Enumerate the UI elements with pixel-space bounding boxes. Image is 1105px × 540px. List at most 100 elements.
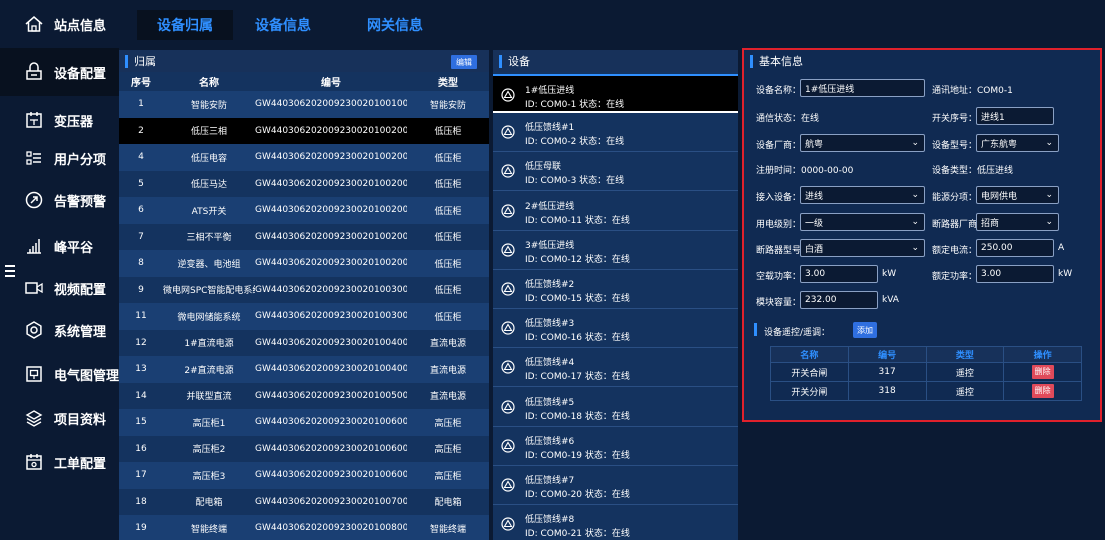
- tab-device-belong[interactable]: 设备归属: [137, 10, 233, 40]
- access-device-value: 进线: [805, 191, 824, 202]
- table-cell: 7: [119, 223, 163, 250]
- sidebar-item-site-info[interactable]: 站点信息: [0, 0, 119, 48]
- sidebar-item-workorder[interactable]: 工单配置: [0, 438, 119, 486]
- table-cell: GW4403062020092300201008001: [255, 515, 407, 540]
- table-cell: GW4403062020092300201003003: [255, 303, 407, 330]
- rated-current-field[interactable]: 250.00: [976, 239, 1054, 257]
- belong-table: 序号 名称 编号 类型 1 智能安防 GW440306202009230020100…: [119, 72, 489, 540]
- device-list-item[interactable]: 低压馈线#8 ID: COM0-21 状态：在线: [493, 505, 738, 540]
- device-list-item[interactable]: 低压母联 ID: COM0-3 状态：在线: [493, 152, 738, 192]
- table-row[interactable]: 16 高压柜2 GW4403062020092300201006002 高压柜: [119, 435, 489, 462]
- table-cell: 开关分闸: [770, 381, 849, 401]
- device-list-item[interactable]: 低压馈线#1 ID: COM0-2 状态：在线: [493, 113, 738, 153]
- device-list-item[interactable]: 低压馈线#2 ID: COM0-15 状态：在线: [493, 270, 738, 309]
- access-device-select[interactable]: 进线 ⌄: [800, 186, 925, 204]
- comm-status: 通信状态：在线: [756, 114, 820, 124]
- tab-device-info[interactable]: 设备信息: [253, 10, 313, 40]
- belong-panel-header: 归属 编辑: [119, 50, 489, 72]
- sidebar-item-project-docs[interactable]: 项目资料: [0, 394, 119, 442]
- table-row[interactable]: 17 高压柜3 GW4403062020092300201006003 高压柜: [119, 462, 489, 489]
- table-row[interactable]: 9 微电网SPC智能配电系统 GW4403062020092300201003001…: [119, 276, 489, 303]
- device-icon: [501, 282, 515, 296]
- delete-button[interactable]: 删除: [1031, 365, 1054, 379]
- device-list-item[interactable]: 低压馈线#6 ID: COM0-19 状态：在线: [493, 427, 738, 466]
- tab-gateway-info[interactable]: 网关信息: [365, 10, 425, 40]
- table-cell: 2#直流电源: [163, 356, 255, 383]
- alarm-icon: [24, 190, 44, 210]
- table-cell: 高压柜1: [163, 409, 255, 436]
- table-row[interactable]: 11 微电网储能系统 GW4403062020092300201003003 低压柜: [119, 303, 489, 330]
- table-cell: 低压柜: [407, 170, 489, 197]
- switch-no-field[interactable]: 进线1: [976, 107, 1054, 125]
- table-row[interactable]: 14 并联型直流 GW4403062020092300201005001 直流电源: [119, 382, 489, 409]
- device-list-item[interactable]: 低压馈线#3 ID: COM0-16 状态：在线: [493, 309, 738, 349]
- table-row[interactable]: 7 三相不平衡 GW4403062020092300201002006 低压柜: [119, 223, 489, 250]
- device-list-item[interactable]: 3#低压进线 ID: COM0-12 状态：在线: [493, 231, 738, 270]
- noload-power-label: 空载功率：: [756, 272, 802, 282]
- table-row[interactable]: 18 配电箱 GW4403062020092300201007001 配电箱: [119, 488, 489, 515]
- device-list-item[interactable]: 2#低压进线 ID: COM0-11 状态：在线: [493, 192, 738, 231]
- table-row[interactable]: 4 低压电容 GW4403062020092300201002003 低压柜: [119, 144, 489, 171]
- column-header[interactable]: 类型: [407, 72, 489, 91]
- device-list-item[interactable]: 低压馈线#5 ID: COM0-18 状态：在线: [493, 388, 738, 427]
- settings-icon: [24, 320, 44, 340]
- table-header-row: 名称 编号 类型 操作: [770, 346, 1082, 363]
- device-list-item[interactable]: 低压馈线#4 ID: COM0-17 状态：在线: [493, 348, 738, 388]
- noload-power-field[interactable]: 3.00: [800, 265, 878, 283]
- vendor-select[interactable]: 航粤 ⌄: [800, 134, 925, 152]
- table-row[interactable]: 5 低压马达 GW4403062020092300201002004 低压柜: [119, 170, 489, 197]
- table-cell: 删除: [1003, 381, 1082, 401]
- table-row[interactable]: 13 2#直流电源 GW4403062020092300201004002 直流电源: [119, 356, 489, 383]
- table-row[interactable]: 15 高压柜1 GW4403062020092300201006001 高压柜: [119, 409, 489, 436]
- table-cell: GW4403062020092300201002007: [255, 250, 407, 277]
- switch-no-label: 开关序号：: [932, 114, 978, 124]
- table-row[interactable]: 19 智能终端 GW4403062020092300201008001 智能终端: [119, 515, 489, 540]
- voltage-level-select[interactable]: 一级 ⌄: [800, 213, 925, 231]
- breaker-vendor-select[interactable]: 招商 ⌄: [976, 213, 1059, 231]
- sidebar-item-device-config[interactable]: 设备配置: [0, 48, 119, 96]
- table-row[interactable]: 12 1#直流电源 GW4403062020092300201004001 直流电源: [119, 329, 489, 356]
- column-header[interactable]: 序号: [119, 72, 163, 91]
- table-cell: 19: [119, 515, 163, 540]
- table-row[interactable]: 1 智能安防 GW4403062020092300201001001 智能安防: [119, 91, 489, 118]
- table-cell: 低压马达: [163, 170, 255, 197]
- breaker-model-select[interactable]: 白酒 ⌄: [800, 239, 925, 257]
- column-header: 类型: [925, 346, 1005, 363]
- chevron-down-icon: ⌄: [911, 243, 919, 253]
- access-device-label: 接入设备：: [756, 193, 802, 203]
- sidebar-item-alarm[interactable]: 告警预警: [0, 176, 119, 224]
- table-cell: GW4403062020092300201002005: [255, 197, 407, 224]
- device-icon: [501, 399, 515, 414]
- add-button[interactable]: 添加: [853, 322, 877, 338]
- sidebar-item-peak-valley[interactable]: 峰平谷: [0, 222, 119, 270]
- rated-power-label: 额定功率：: [932, 272, 978, 282]
- table-row[interactable]: 8 逆变器、电池组 GW4403062020092300201002007 低压柜: [119, 250, 489, 277]
- device-panel: 设备 1#低压进线 ID: COM0-1 状态：在线 低压馈线#1 ID: COM0-…: [493, 50, 738, 540]
- column-header[interactable]: 名称: [163, 72, 255, 91]
- delete-button[interactable]: 删除: [1031, 384, 1054, 398]
- device-name-field[interactable]: 1#低压进线: [800, 79, 925, 97]
- table-cell: 8: [119, 250, 163, 277]
- device-list-item[interactable]: 1#低压进线 ID: COM0-1 状态：在线: [493, 74, 738, 113]
- module-capacity-field[interactable]: 232.00: [800, 291, 878, 309]
- menu-collapse-icon[interactable]: [4, 262, 16, 282]
- model-select[interactable]: 广东航粤 ⌄: [976, 134, 1059, 152]
- register-time: 注册时间：0000-00-00: [756, 166, 854, 176]
- sidebar-item-diagram[interactable]: 电气图管理: [0, 350, 119, 398]
- energy-select[interactable]: 电网供电 ⌄: [976, 186, 1059, 204]
- table-cell: 直流电源: [407, 382, 489, 409]
- sidebar-item-system[interactable]: 系统管理: [0, 306, 119, 354]
- column-header: 编号: [847, 346, 927, 363]
- column-header[interactable]: 编号: [255, 72, 407, 91]
- sidebar-item-user-category[interactable]: 用户分项: [0, 134, 119, 182]
- list-icon: [24, 148, 44, 168]
- sidebar-item-video[interactable]: 视频配置: [0, 264, 119, 312]
- sidebar-item-label: 站点信息: [54, 18, 107, 34]
- device-list-item[interactable]: 低压馈线#7 ID: COM0-20 状态：在线: [493, 466, 738, 505]
- table-cell: 低压电容: [163, 144, 255, 171]
- device-name: 低压馈线#7: [525, 476, 575, 486]
- table-row[interactable]: 2 低压三相 GW4403062020092300201002001 低压柜: [119, 117, 489, 144]
- rated-power-field[interactable]: 3.00: [976, 265, 1054, 283]
- edit-button[interactable]: 编辑: [451, 55, 477, 69]
- table-row[interactable]: 6 ATS开关 GW4403062020092300201002005 低压柜: [119, 197, 489, 224]
